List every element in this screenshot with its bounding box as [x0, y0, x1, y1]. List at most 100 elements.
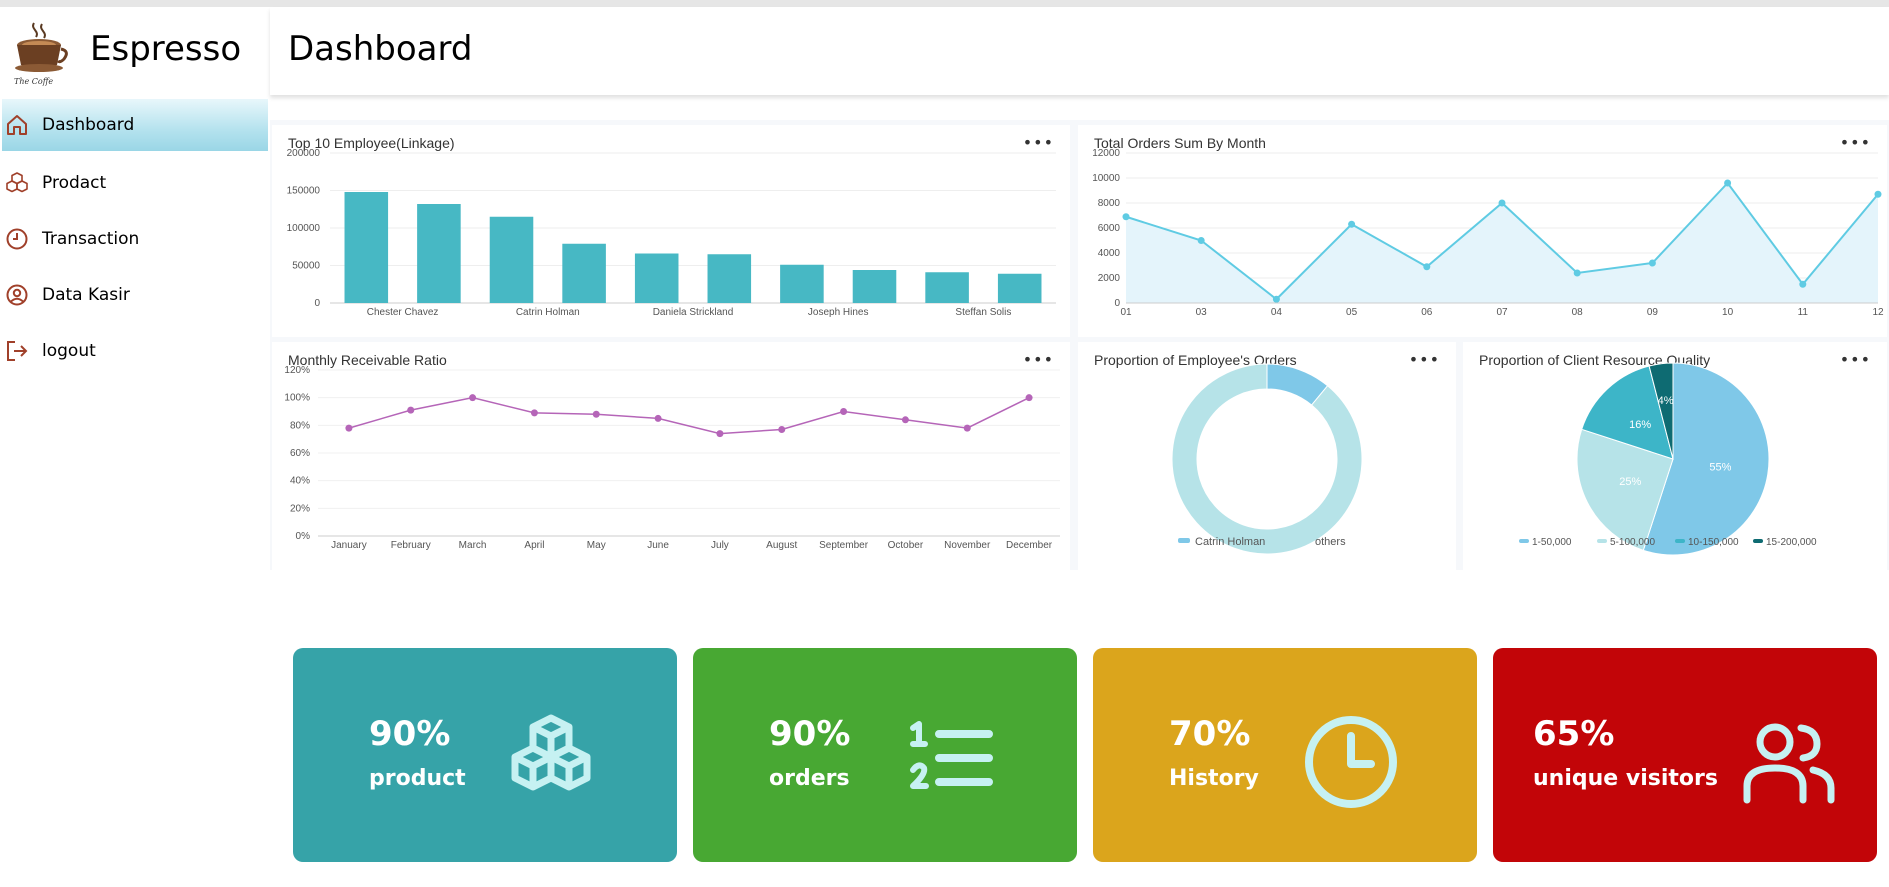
bar	[852, 270, 897, 303]
stat-label: product	[369, 766, 466, 791]
x-tick-label: December	[1006, 540, 1053, 551]
x-tick-label: 08	[1572, 307, 1584, 318]
data-point	[840, 408, 848, 415]
data-point	[778, 425, 786, 433]
y-tick-label: 120%	[284, 365, 310, 376]
header: Dashboard	[270, 7, 1889, 95]
y-tick-label: 20%	[290, 503, 310, 514]
sidebar-item-data-kasir[interactable]: Data Kasir	[2, 267, 268, 323]
data-point	[1122, 213, 1130, 221]
receivable-ratio-panel: Monthly Receivable Ratio ••• 120% 100% 80%…	[272, 342, 1070, 570]
stat-value: 90%	[369, 714, 451, 754]
legend-swatch	[1675, 539, 1685, 543]
brand[interactable]: The Coffe Espresso	[8, 17, 263, 91]
bar	[925, 272, 969, 303]
data-point	[901, 416, 909, 424]
sidebar-item-transaction[interactable]: Transaction	[2, 211, 268, 267]
area-chart: 12000100008000600040002000001 03 04 05 06 07 0…	[1092, 148, 1884, 318]
x-tick-label: May	[587, 540, 606, 551]
sidebar-item-label: Data Kasir	[42, 285, 130, 305]
sidebar-item-prodact[interactable]: Prodact	[2, 155, 268, 211]
sidebar-item-label: Prodact	[42, 173, 107, 193]
data-point	[530, 409, 538, 417]
y-tick-label: 4000	[1098, 248, 1121, 259]
data-point	[1348, 220, 1356, 228]
slice-label: 16%	[1629, 419, 1651, 431]
y-tick-label: 200000	[287, 148, 321, 159]
home-icon	[4, 112, 30, 138]
legend-label: 15-200,000	[1766, 537, 1817, 548]
slice-label: 4%	[1658, 395, 1674, 407]
data-point	[1272, 295, 1280, 303]
x-tick-label: September	[819, 540, 869, 551]
x-tick-label: Steffan Solis	[955, 307, 1011, 318]
y-tick-label: 100%	[284, 393, 310, 404]
y-tick-label: 12000	[1092, 148, 1120, 159]
x-tick-label: January	[331, 540, 367, 551]
x-tick-label: 04	[1271, 307, 1283, 318]
x-tick-label: 05	[1346, 307, 1358, 318]
legend-swatch	[1597, 539, 1607, 543]
clock-icon	[1305, 716, 1397, 808]
stat-card-unique-visitors[interactable]: 65% unique visitors	[1493, 648, 1877, 862]
data-point	[1197, 237, 1205, 244]
legend-swatch	[1298, 538, 1310, 543]
employee-orders-panel: Proportion of Employee's Orders ••• Catr…	[1078, 342, 1456, 570]
bottom-edge	[0, 882, 1889, 887]
x-tick-label: 12	[1872, 307, 1884, 318]
data-point	[407, 406, 415, 414]
x-tick-label: 09	[1647, 307, 1659, 318]
slice-label: 25%	[1619, 476, 1641, 488]
logo-caption: The Coffe	[14, 77, 54, 86]
x-tick-label: 03	[1196, 307, 1208, 318]
orders-by-month-panel: Total Orders Sum By Month ••• 12000 10000…	[1078, 125, 1887, 337]
stat-value: 90%	[769, 714, 851, 754]
x-tick-label: Catrin Holman	[516, 307, 580, 318]
bar-chart: 200000 150000 100000 50000 0 Chester Chavez Ca…	[287, 148, 1056, 318]
y-tick-label: 6000	[1098, 223, 1121, 234]
bar	[707, 254, 752, 303]
stat-label: History	[1169, 766, 1259, 791]
legend-swatch	[1753, 539, 1763, 543]
y-tick-label: 0	[314, 298, 320, 309]
legend-swatch	[1178, 538, 1190, 543]
sidebar-item-dashboard[interactable]: Dashboard	[2, 99, 268, 151]
bar	[489, 216, 534, 303]
y-tick-label: 2000	[1098, 273, 1121, 284]
data-point	[1025, 394, 1033, 402]
legend-label: 5-100,000	[1610, 537, 1655, 548]
x-tick-label: Chester Chavez	[367, 307, 439, 318]
top-employee-panel: Top 10 Employee(Linkage) ••• 200000 15000…	[272, 125, 1070, 337]
line-chart: 120% 100% 80% 60% 40% 20% 0% January February Mar…	[284, 365, 1060, 551]
cubes-icon	[511, 714, 591, 791]
legend-label: others	[1315, 536, 1346, 548]
coffee-cup-logo	[15, 22, 68, 72]
data-point	[1874, 190, 1882, 198]
y-tick-label: 80%	[290, 420, 310, 431]
stat-label: orders	[769, 766, 850, 791]
legend-label: 10-150,000	[1688, 537, 1739, 548]
stat-card-product[interactable]: 90% product	[293, 648, 677, 862]
sidebar-item-label: Transaction	[42, 229, 140, 249]
data-point	[592, 410, 600, 418]
data-point	[1724, 179, 1732, 187]
sidebar-item-logout[interactable]: logout	[2, 323, 268, 379]
bar	[344, 192, 389, 303]
clock-icon	[4, 226, 30, 252]
stat-card-history[interactable]: 70% History	[1093, 648, 1477, 862]
bar	[780, 264, 824, 303]
y-tick-label: 8000	[1098, 198, 1121, 209]
x-tick-label: August	[766, 540, 797, 551]
y-tick-label: 50000	[292, 261, 320, 272]
y-tick-label: 100000	[287, 223, 321, 234]
x-tick-label: March	[459, 540, 487, 551]
sidebar-item-label: Dashboard	[42, 115, 135, 135]
dashboard-charts-area: Top 10 Employee(Linkage) ••• 200000 15000…	[270, 120, 1889, 570]
y-tick-label: 60%	[290, 448, 310, 459]
x-tick-label: Joseph Hines	[808, 307, 869, 318]
data-point	[1799, 280, 1807, 288]
data-point	[345, 424, 353, 432]
y-tick-label: 10000	[1092, 173, 1120, 184]
stat-card-orders[interactable]: 90% orders	[693, 648, 1077, 862]
legend-label: 1-50,000	[1532, 537, 1572, 548]
